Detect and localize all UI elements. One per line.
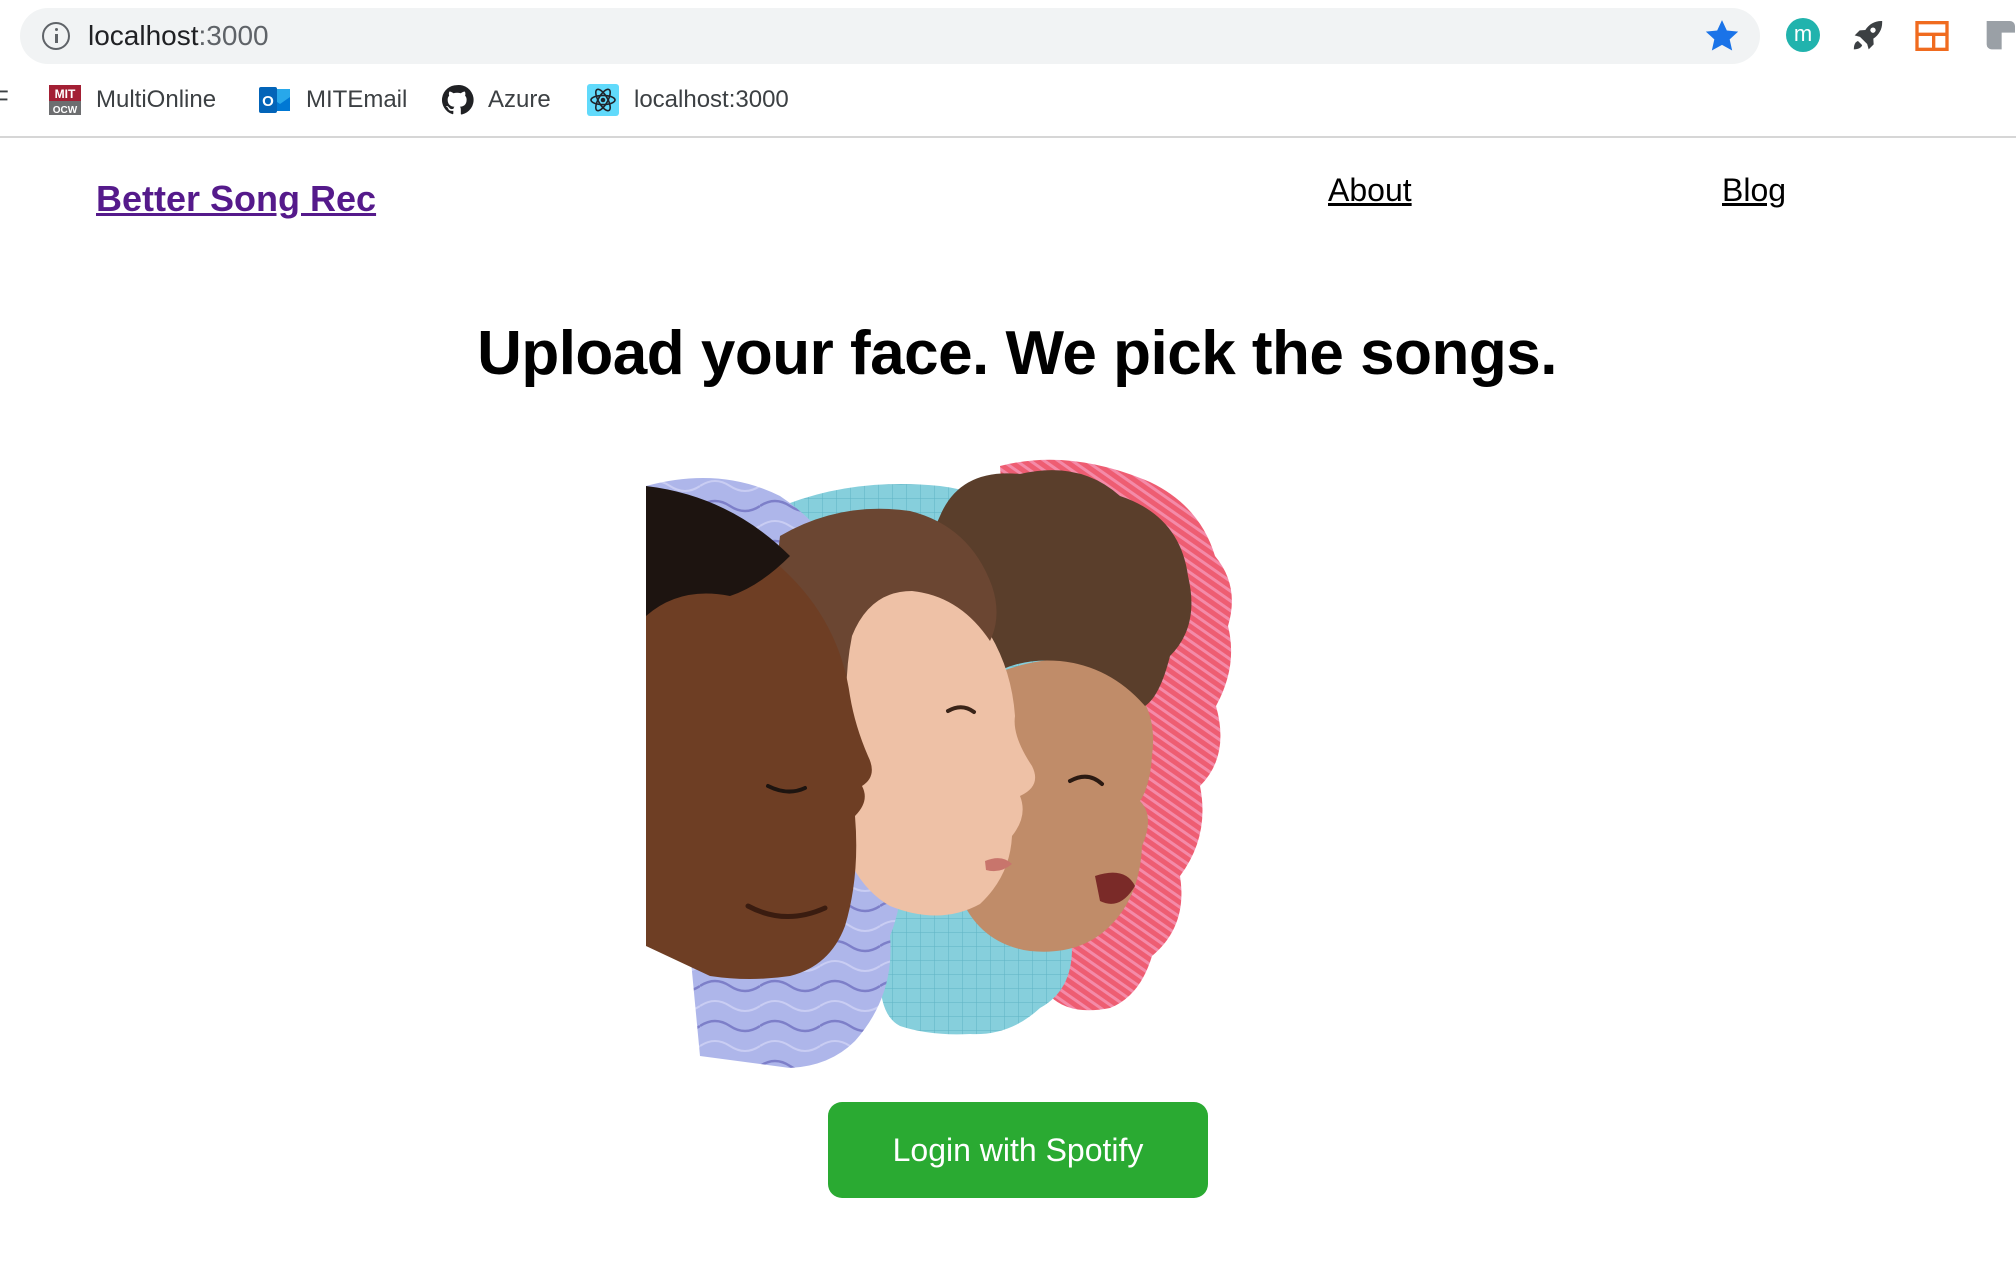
- bookmark-mitemail[interactable]: O MITEmail: [258, 82, 407, 118]
- bookmark-star-icon[interactable]: [1702, 16, 1742, 56]
- login-with-spotify-button[interactable]: Login with Spotify: [828, 1102, 1208, 1198]
- svg-text:OCW: OCW: [53, 105, 78, 116]
- svg-text:MIT: MIT: [55, 87, 76, 101]
- nav-blog-link[interactable]: Blog: [1722, 172, 1786, 209]
- url-port: :3000: [198, 20, 269, 51]
- extension-partial-icon[interactable]: [1980, 16, 2016, 56]
- bookmark-truncated[interactable]: F: [0, 82, 9, 118]
- extension-m-icon[interactable]: m: [1786, 18, 1820, 52]
- page-headline: Upload your face. We pick the songs.: [477, 319, 1557, 388]
- github-icon: [441, 85, 474, 115]
- bookmark-label: MultiOnline: [96, 86, 217, 113]
- hero-faces-illustration: [646, 459, 1232, 1068]
- bookmark-azure[interactable]: Azure: [440, 82, 551, 118]
- react-icon: [587, 84, 619, 116]
- bookmarks-bar: F MIT OCW MultiOnline O MITEmail Azure l…: [0, 78, 2016, 122]
- site-info-icon[interactable]: [42, 22, 70, 50]
- brand-link[interactable]: Better Song Rec: [96, 178, 376, 220]
- bookmark-label: Azure: [488, 86, 551, 113]
- bookmark-label: F: [0, 86, 9, 113]
- nav-about-link[interactable]: About: [1328, 172, 1412, 209]
- bookmark-multionline[interactable]: MIT OCW MultiOnline: [48, 82, 216, 118]
- bookmark-label: MITEmail: [306, 86, 408, 113]
- outlook-icon: O: [259, 87, 290, 113]
- rocket-extension-icon[interactable]: [1848, 16, 1888, 56]
- address-bar-url[interactable]: localhost:3000: [88, 21, 269, 51]
- page-content: Better Song Rec About Blog Upload your f…: [0, 140, 2016, 1264]
- bookmark-localhost[interactable]: localhost:3000: [586, 82, 789, 118]
- layout-extension-icon[interactable]: [1912, 16, 1952, 56]
- address-bar[interactable]: localhost:3000: [20, 8, 1760, 64]
- mit-ocw-icon: MIT OCW: [49, 85, 81, 116]
- bookmark-label: localhost:3000: [634, 86, 789, 113]
- url-host: localhost: [88, 20, 199, 51]
- svg-text:O: O: [262, 93, 274, 110]
- browser-chrome: localhost:3000 m F MIT OCW MultiOnline O…: [0, 0, 2016, 138]
